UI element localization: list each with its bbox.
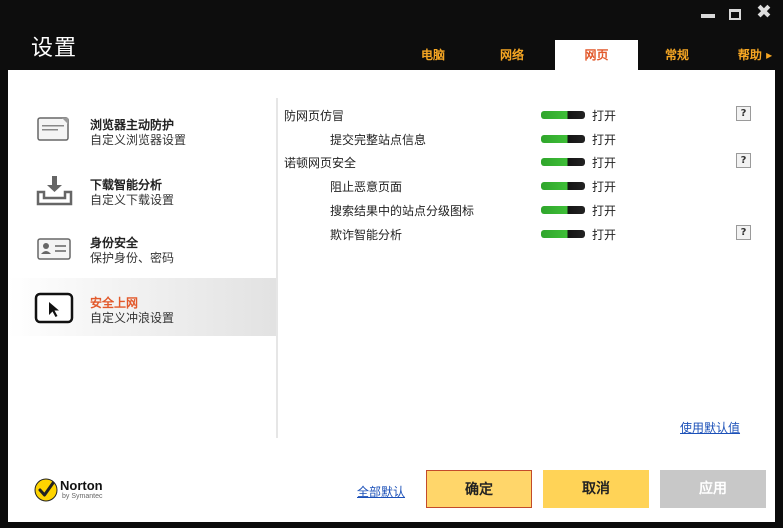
minimize-icon[interactable] (701, 14, 715, 18)
logo-subtitle: by Symantec (62, 493, 103, 500)
tab-computer[interactable]: 电脑 (408, 40, 458, 70)
setting-row-submit-site-info: 提交完整站点信息 打开 (284, 126, 764, 150)
sidebar-item-subtitle: 自定义下载设置 (90, 193, 175, 207)
cursor-window-icon (32, 292, 78, 324)
setting-row-anti-phishing: 防网页仿冒 打开 ? (284, 102, 764, 126)
maximize-icon[interactable] (729, 9, 741, 20)
apply-button[interactable]: 应用 (660, 470, 766, 508)
sidebar-item-subtitle: 保护身份、密码 (90, 251, 175, 265)
setting-row-norton-safe-web: 诺顿网页安全 打开 ? (284, 149, 764, 173)
toggle-switch[interactable] (541, 158, 585, 166)
setting-label: 欺诈智能分析 (330, 228, 403, 242)
tab-help[interactable]: 帮助 ▸ (727, 40, 783, 70)
sidebar: 浏览器主动防护 自定义浏览器设置 下载智能分析 自定义下载设置 身份安全 保护身… (8, 70, 276, 440)
toggle-state-label: 打开 (592, 133, 617, 147)
setting-label: 阻止恶意页面 (330, 180, 403, 194)
ok-button[interactable]: 确定 (426, 470, 532, 508)
setting-row-block-malicious-pages: 阻止恶意页面 打开 (284, 173, 764, 197)
cancel-button[interactable]: 取消 (543, 470, 649, 508)
all-defaults-link[interactable]: 全部默认 (357, 483, 405, 500)
title-bar: 设置 ✖ 电脑 网络 网页 常规 帮助 ▸ (0, 0, 783, 70)
browser-icon (32, 114, 78, 146)
tab-general[interactable]: 常规 (650, 40, 704, 70)
id-card-icon (32, 232, 78, 264)
toggle-state-label: 打开 (592, 228, 617, 242)
sidebar-item-subtitle: 自定义浏览器设置 (90, 133, 187, 147)
toggle-switch[interactable] (541, 230, 585, 238)
window-title: 设置 (31, 36, 78, 61)
download-icon (32, 174, 78, 206)
toggle-state-label: 打开 (592, 156, 617, 170)
divider (276, 98, 278, 438)
sidebar-item-browser-protection[interactable]: 浏览器主动防护 自定义浏览器设置 (8, 100, 276, 158)
help-button[interactable]: ? (736, 153, 751, 168)
toggle-switch[interactable] (541, 135, 585, 143)
toggle-state-label: 打开 (592, 180, 617, 194)
sidebar-item-identity-safe[interactable]: 身份安全 保护身份、密码 (8, 218, 276, 276)
use-defaults-link[interactable]: 使用默认值 (680, 419, 740, 436)
toggle-state-label: 打开 (592, 204, 617, 218)
sidebar-item-subtitle: 自定义冲浪设置 (90, 311, 175, 325)
setting-label: 防网页仿冒 (284, 109, 345, 123)
help-button[interactable]: ? (736, 225, 751, 240)
sidebar-item-download-insight[interactable]: 下载智能分析 自定义下载设置 (8, 160, 276, 218)
toggle-switch[interactable] (541, 111, 585, 119)
toggle-switch[interactable] (541, 206, 585, 214)
close-icon[interactable]: ✖ (756, 3, 772, 22)
sidebar-item-safe-surfing[interactable]: 安全上网 自定义冲浪设置 (8, 278, 276, 336)
settings-window: 设置 ✖ 电脑 网络 网页 常规 帮助 ▸ 浏览器主动防护 自定义浏览器设置 下… (0, 0, 783, 528)
toggle-switch[interactable] (541, 182, 585, 190)
logo-brand: Norton (60, 478, 103, 493)
setting-label: 诺顿网页安全 (284, 156, 357, 170)
toggle-state-label: 打开 (592, 109, 617, 123)
norton-logo: Norton by Symantec (32, 472, 112, 508)
setting-label: 搜索结果中的站点分级图标 (330, 204, 475, 218)
help-button[interactable]: ? (736, 106, 751, 121)
tab-web[interactable]: 网页 (555, 40, 638, 70)
content-panel: 浏览器主动防护 自定义浏览器设置 下载智能分析 自定义下载设置 身份安全 保护身… (8, 70, 775, 522)
setting-row-scam-insight: 欺诈智能分析 打开 ? (284, 221, 764, 245)
setting-label: 提交完整站点信息 (330, 133, 427, 147)
tab-network[interactable]: 网络 (485, 40, 539, 70)
setting-row-site-rating-icons: 搜索结果中的站点分级图标 打开 (284, 197, 764, 221)
